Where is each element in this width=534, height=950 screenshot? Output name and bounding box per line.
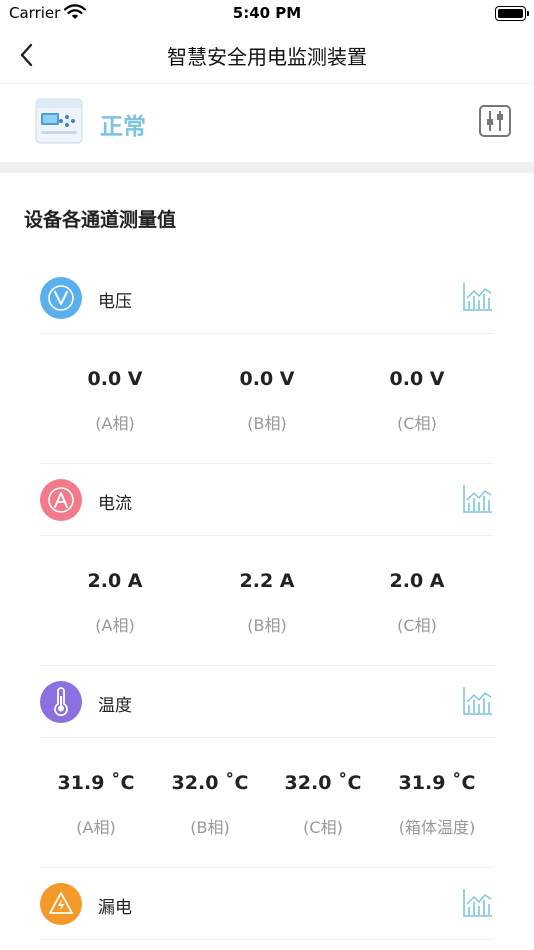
section-title: 设备各通道测量值 (24, 209, 177, 231)
temperature-phase-box: (箱体温度) (398, 818, 476, 837)
current-group-header: 电流 (40, 479, 494, 523)
battery-cap (527, 11, 529, 16)
settings-button[interactable] (478, 104, 512, 138)
voltage-phase-b: (B相) (247, 414, 287, 433)
voltage-phase-a: (A相) (95, 414, 135, 433)
divider (40, 867, 494, 868)
temperature-group-header: 温度 (40, 681, 494, 725)
voltage-chart-button[interactable] (462, 281, 494, 313)
current-value-b: 2.2 A (239, 570, 295, 592)
current-phase-c: (C相) (397, 616, 437, 635)
page-title: 智慧安全用电监测装置 (167, 45, 367, 69)
divider (40, 665, 494, 666)
lightning-warning-icon (40, 883, 82, 925)
voltage-group-header: 电压 (40, 277, 494, 321)
divider (40, 939, 494, 940)
section-gap (0, 162, 534, 173)
voltage-phase-c: (C相) (397, 414, 437, 433)
temperature-value-a: 31.9 ˚C (57, 772, 135, 794)
voltage-value-a: 0.0 V (87, 368, 143, 390)
temperature-phase-a: (A相) (76, 818, 116, 837)
current-value-c: 2.0 A (389, 570, 445, 592)
voltage-value-c: 0.0 V (389, 368, 445, 390)
leakage-group-header: 漏电 (40, 883, 494, 927)
battery-icon (495, 6, 526, 21)
current-phase-a: (A相) (95, 616, 135, 635)
voltage-icon (40, 277, 82, 319)
thermometer-icon (40, 681, 82, 723)
temperature-phase-c: (C相) (303, 818, 343, 837)
temperature-value-b: 32.0 ˚C (171, 772, 249, 794)
temperature-value-c: 32.0 ˚C (284, 772, 362, 794)
voltage-label: 电压 (98, 292, 132, 312)
navigation-bar: 智慧安全用电监测装置 (0, 28, 534, 84)
temperature-chart-button[interactable] (462, 685, 494, 717)
current-chart-button[interactable] (462, 483, 494, 515)
bar-chart-icon (463, 889, 492, 917)
leakage-chart-button[interactable] (462, 887, 494, 919)
divider (40, 737, 494, 738)
temperature-value-box: 31.9 ˚C (398, 772, 476, 794)
bar-chart-icon (463, 485, 492, 513)
device-status-row: 正常 (0, 85, 534, 161)
bar-chart-icon (463, 687, 492, 715)
divider (40, 535, 494, 536)
temperature-label: 温度 (98, 696, 132, 716)
device-status-text: 正常 (100, 114, 146, 140)
current-value-a: 2.0 A (87, 570, 143, 592)
current-icon (40, 479, 82, 521)
sliders-icon (479, 105, 511, 137)
bar-chart-icon (463, 283, 492, 311)
temperature-phase-b: (B相) (190, 818, 230, 837)
voltage-value-b: 0.0 V (239, 368, 295, 390)
status-time: 5:40 PM (232, 4, 302, 22)
divider (40, 333, 494, 334)
status-bar: Carrier 5:40 PM (0, 0, 534, 28)
leakage-label: 漏电 (98, 898, 132, 918)
divider (40, 463, 494, 464)
current-phase-b: (B相) (247, 616, 287, 635)
power-meter-device-icon (32, 93, 86, 147)
current-label: 电流 (98, 494, 132, 514)
